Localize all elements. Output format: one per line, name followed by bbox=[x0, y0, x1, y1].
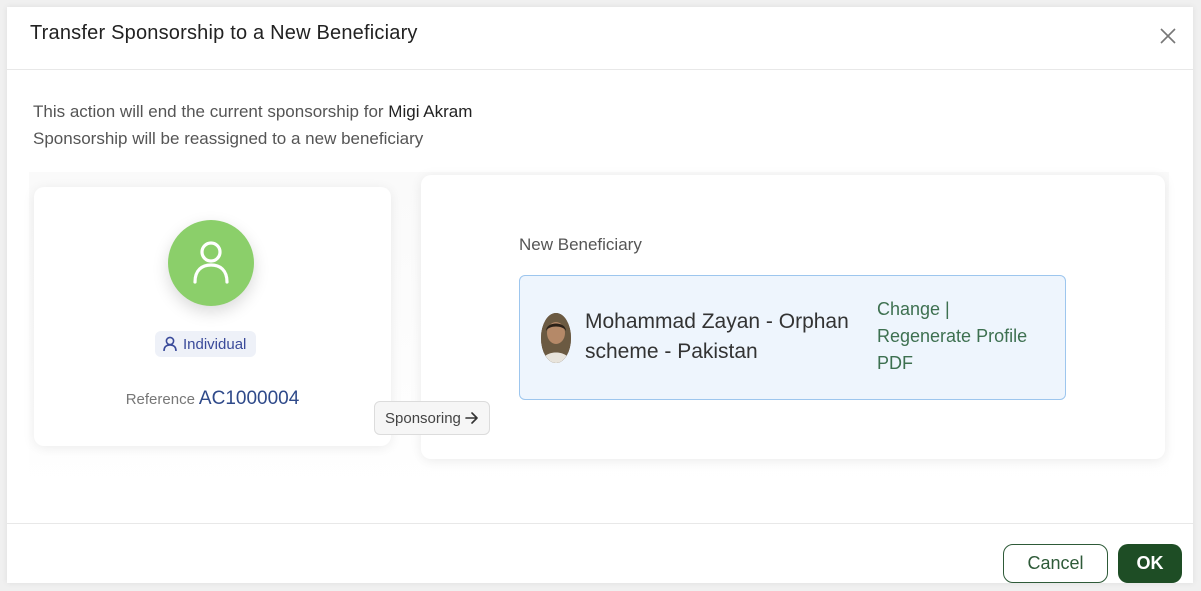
reference-label: Reference bbox=[125, 391, 195, 408]
close-icon[interactable] bbox=[1157, 25, 1179, 47]
badge-label: Individual bbox=[183, 335, 247, 353]
reference-value: AC1000004 bbox=[198, 388, 300, 409]
message-prefix: This action will end the current sponsor… bbox=[33, 102, 389, 121]
regenerate-profile-pdf-link[interactable]: Regenerate Profile PDF bbox=[877, 326, 1027, 373]
new-beneficiary-label: New Beneficiary bbox=[519, 235, 642, 254]
reference: Reference AC1000004 bbox=[34, 388, 391, 410]
arrow-right-icon bbox=[465, 412, 478, 424]
user-outline-icon bbox=[163, 336, 177, 352]
new-beneficiary-card: New Beneficiary Mohammad Zayan - Orphan … bbox=[421, 175, 1165, 459]
dialog-footer: Cancel OK bbox=[7, 523, 1193, 584]
current-beneficiary-name: Migi Akram bbox=[388, 102, 473, 121]
message-line-2: Sponsorship will be reassigned to a new … bbox=[33, 129, 424, 148]
dialog-title: Transfer Sponsorship to a New Beneficiar… bbox=[30, 22, 418, 44]
beneficiary-photo bbox=[541, 313, 571, 363]
dialog-header: Transfer Sponsorship to a New Beneficiar… bbox=[7, 7, 1193, 70]
beneficiary-name: Mohammad Zayan - Orphan scheme - Pakista… bbox=[585, 310, 849, 363]
sponsoring-button[interactable]: Sponsoring bbox=[374, 401, 490, 435]
transfer-sponsorship-dialog: Transfer Sponsorship to a New Beneficiar… bbox=[7, 7, 1193, 583]
ok-button[interactable]: OK bbox=[1118, 544, 1182, 583]
beneficiary-actions: Change | Regenerate Profile PDF bbox=[877, 296, 1055, 377]
beneficiary-selection: Mohammad Zayan - Orphan scheme - Pakista… bbox=[519, 275, 1066, 400]
message-line-1: This action will end the current sponsor… bbox=[33, 102, 472, 122]
change-link[interactable]: Change | bbox=[877, 299, 950, 319]
user-icon bbox=[193, 241, 229, 284]
cancel-button[interactable]: Cancel bbox=[1003, 544, 1108, 583]
sponsoring-label: Sponsoring bbox=[385, 409, 461, 427]
individual-badge: Individual bbox=[155, 331, 257, 357]
current-sponsorship-card: Individual Reference AC1000004 bbox=[34, 187, 391, 446]
avatar bbox=[168, 220, 254, 306]
